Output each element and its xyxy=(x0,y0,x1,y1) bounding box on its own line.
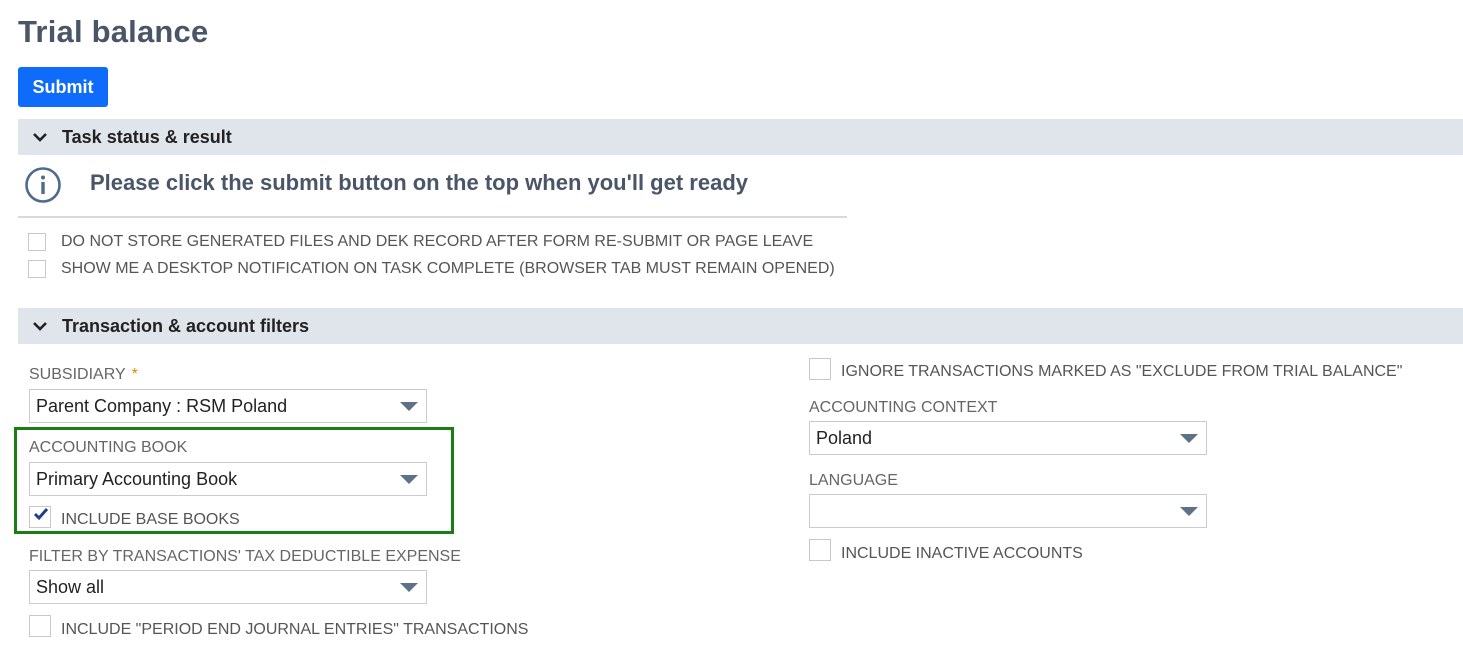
checkbox-label: IGNORE TRANSACTIONS MARKED AS "EXCLUDE F… xyxy=(841,363,1403,380)
checkbox-label: INCLUDE INACTIVE ACCOUNTS xyxy=(841,545,1083,562)
include-base-books-option[interactable]: INCLUDE BASE BOOKS xyxy=(29,505,240,529)
section-title: Task status & result xyxy=(62,126,232,147)
checkmark-icon xyxy=(33,508,49,521)
include-inactive-checkbox[interactable] xyxy=(809,539,831,561)
no-store-files-checkbox[interactable] xyxy=(28,233,46,251)
language-label: LANGUAGE xyxy=(809,472,898,489)
dropdown-caret-icon xyxy=(400,474,418,484)
page-title: Trial balance xyxy=(18,14,209,49)
period-end-option[interactable]: INCLUDE "PERIOD END JOURNAL ENTRIES" TRA… xyxy=(29,613,528,639)
accounting-book-label: ACCOUNTING BOOK xyxy=(29,439,188,456)
dropdown-caret-icon xyxy=(1180,506,1198,516)
include-base-books-checkbox[interactable] xyxy=(29,506,51,528)
info-message: Please click the submit button on the to… xyxy=(90,170,748,195)
checkbox-label: DO NOT STORE GENERATED FILES AND DEK REC… xyxy=(61,233,814,250)
chevron-down-icon xyxy=(33,133,47,142)
section-title: Transaction & account filters xyxy=(62,315,310,336)
accounting-book-select[interactable]: Primary Accounting Book xyxy=(29,462,427,496)
accounting-context-value: Poland xyxy=(816,427,873,448)
subsidiary-select[interactable]: Parent Company : RSM Poland xyxy=(29,389,427,423)
section-transaction-filters[interactable]: Transaction & account filters xyxy=(18,308,1463,344)
subsidiary-value: Parent Company : RSM Poland xyxy=(36,395,288,416)
dropdown-caret-icon xyxy=(400,401,418,411)
checkbox-label: INCLUDE BASE BOOKS xyxy=(61,511,240,528)
checkbox-label: INCLUDE "PERIOD END JOURNAL ENTRIES" TRA… xyxy=(61,621,529,638)
desktop-notification-option[interactable]: SHOW ME A DESKTOP NOTIFICATION ON TASK C… xyxy=(28,260,835,278)
no-store-files-option[interactable]: DO NOT STORE GENERATED FILES AND DEK REC… xyxy=(28,233,813,251)
accounting-book-value: Primary Accounting Book xyxy=(36,468,238,489)
info-icon xyxy=(25,167,61,203)
language-select[interactable] xyxy=(809,494,1207,528)
tax-deductible-value: Show all xyxy=(36,576,105,597)
desktop-notification-checkbox[interactable] xyxy=(28,260,46,278)
tax-deductible-label: FILTER BY TRANSACTIONS' TAX DEDUCTIBLE E… xyxy=(29,548,461,565)
required-mark: * xyxy=(131,366,138,383)
accounting-context-label: ACCOUNTING CONTEXT xyxy=(809,399,998,416)
period-end-checkbox[interactable] xyxy=(29,615,51,637)
submit-button[interactable]: Submit xyxy=(18,67,108,107)
subsidiary-label: SUBSIDIARY * xyxy=(29,366,138,384)
include-inactive-option[interactable]: INCLUDE INACTIVE ACCOUNTS xyxy=(809,537,1083,563)
section-task-status[interactable]: Task status & result xyxy=(18,119,1463,155)
dropdown-caret-icon xyxy=(1180,433,1198,443)
tax-deductible-select[interactable]: Show all xyxy=(29,570,427,604)
chevron-down-icon xyxy=(33,322,47,331)
subsidiary-label-text: SUBSIDIARY xyxy=(29,366,126,383)
dropdown-caret-icon xyxy=(400,582,418,592)
divider xyxy=(18,216,847,218)
accounting-context-select[interactable]: Poland xyxy=(809,421,1207,455)
ignore-excluded-option[interactable]: IGNORE TRANSACTIONS MARKED AS "EXCLUDE F… xyxy=(809,357,1402,381)
checkbox-label: SHOW ME A DESKTOP NOTIFICATION ON TASK C… xyxy=(61,260,835,277)
ignore-excluded-checkbox[interactable] xyxy=(809,358,831,380)
